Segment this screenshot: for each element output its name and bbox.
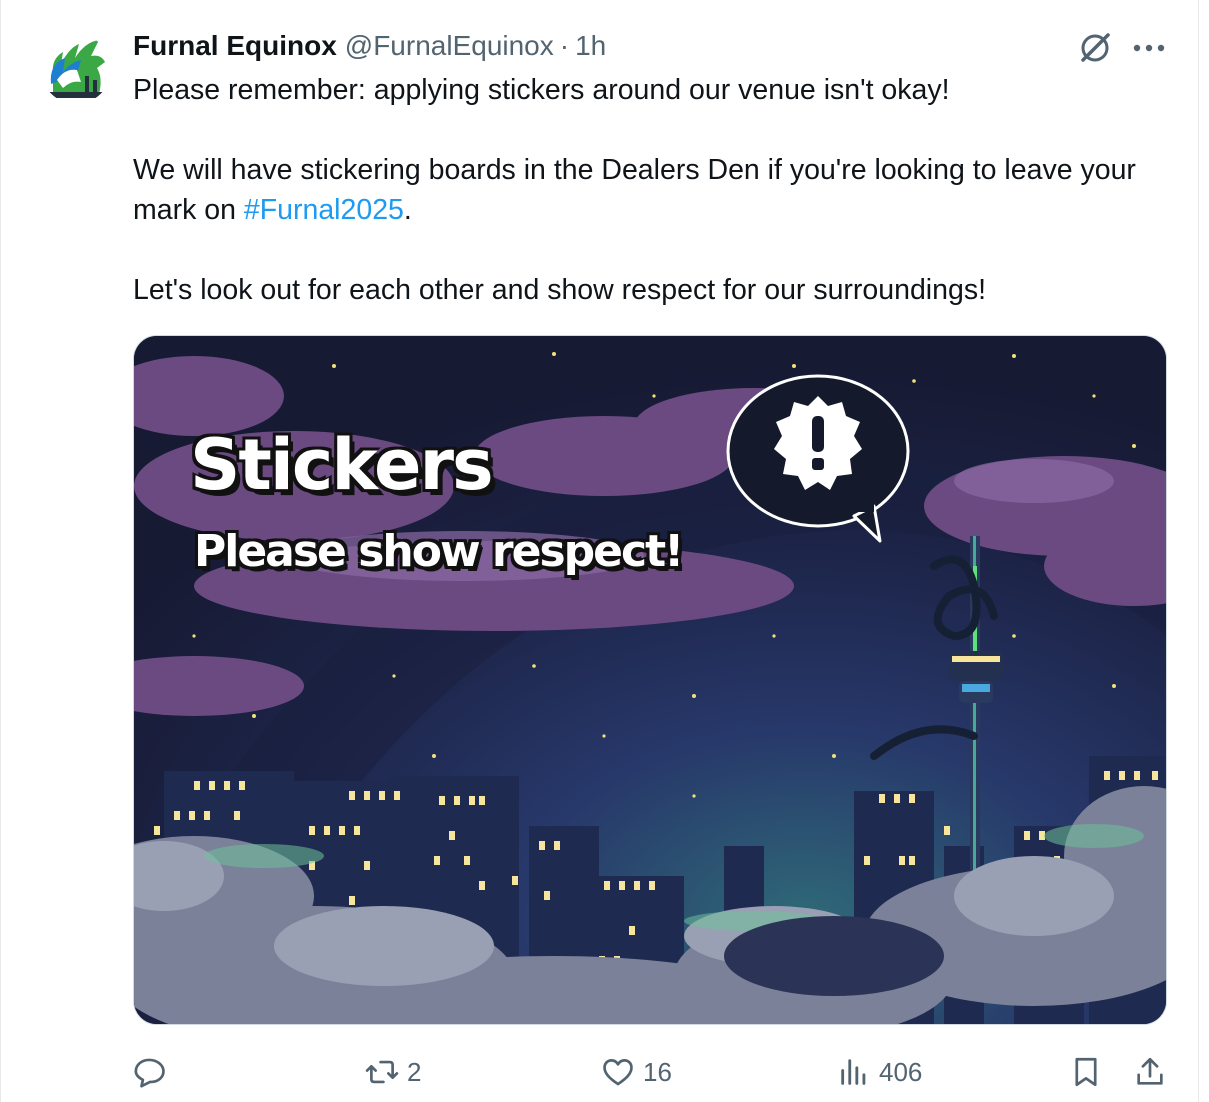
views-button[interactable]: 406 bbox=[837, 1048, 922, 1096]
timestamp[interactable]: 1h bbox=[575, 30, 606, 62]
user-handle[interactable]: @FurnalEquinox bbox=[345, 30, 554, 62]
more-button[interactable] bbox=[1129, 28, 1169, 68]
repost-count: 2 bbox=[407, 1056, 422, 1087]
tweet-text: Please remember: applying stickers aroun… bbox=[133, 70, 1173, 310]
tweet-card[interactable]: Furnal Equinox @FurnalEquinox · 1h Pleas… bbox=[0, 0, 1199, 1102]
heart-icon bbox=[603, 1059, 633, 1086]
tweet-header: Furnal Equinox @FurnalEquinox · 1h bbox=[133, 28, 606, 64]
reply-button[interactable] bbox=[133, 1048, 175, 1096]
media-title: Stickers bbox=[190, 424, 494, 506]
like-button[interactable]: 16 bbox=[601, 1048, 672, 1096]
tweet-paragraph-2: We will have stickering boards in the De… bbox=[133, 150, 1173, 230]
grok-button[interactable] bbox=[1075, 28, 1115, 68]
like-count: 16 bbox=[643, 1056, 672, 1087]
repost-button[interactable]: 2 bbox=[365, 1048, 421, 1096]
grok-icon bbox=[1081, 33, 1110, 62]
tweet-paragraph-1: Please remember: applying stickers aroun… bbox=[133, 74, 950, 106]
tweet-paragraph-2-end: . bbox=[403, 194, 412, 226]
media-subtitle: Please show respect! bbox=[194, 526, 684, 577]
share-button[interactable] bbox=[1133, 1048, 1167, 1096]
more-icon bbox=[1133, 44, 1165, 52]
bookmark-icon bbox=[1075, 1057, 1097, 1087]
display-name[interactable]: Furnal Equinox bbox=[133, 30, 337, 62]
share-icon bbox=[1137, 1057, 1163, 1085]
avatar[interactable] bbox=[41, 34, 111, 104]
separator-dot: · bbox=[559, 30, 570, 61]
tweet-actions: 2 16 406 bbox=[133, 1048, 1173, 1096]
hashtag-link[interactable]: #Furnal2025 bbox=[244, 194, 404, 226]
views-count: 406 bbox=[879, 1056, 923, 1087]
tweet-media-image[interactable]: Stickers Please show respect! bbox=[133, 335, 1167, 1025]
tweet-paragraph-3: Let's look out for each other and show r… bbox=[133, 274, 987, 306]
reply-icon bbox=[134, 1058, 165, 1088]
repost-icon bbox=[365, 1060, 399, 1084]
furnal-equinox-logo-icon bbox=[49, 40, 105, 98]
bookmark-button[interactable] bbox=[1069, 1048, 1103, 1096]
views-icon bbox=[841, 1059, 866, 1085]
